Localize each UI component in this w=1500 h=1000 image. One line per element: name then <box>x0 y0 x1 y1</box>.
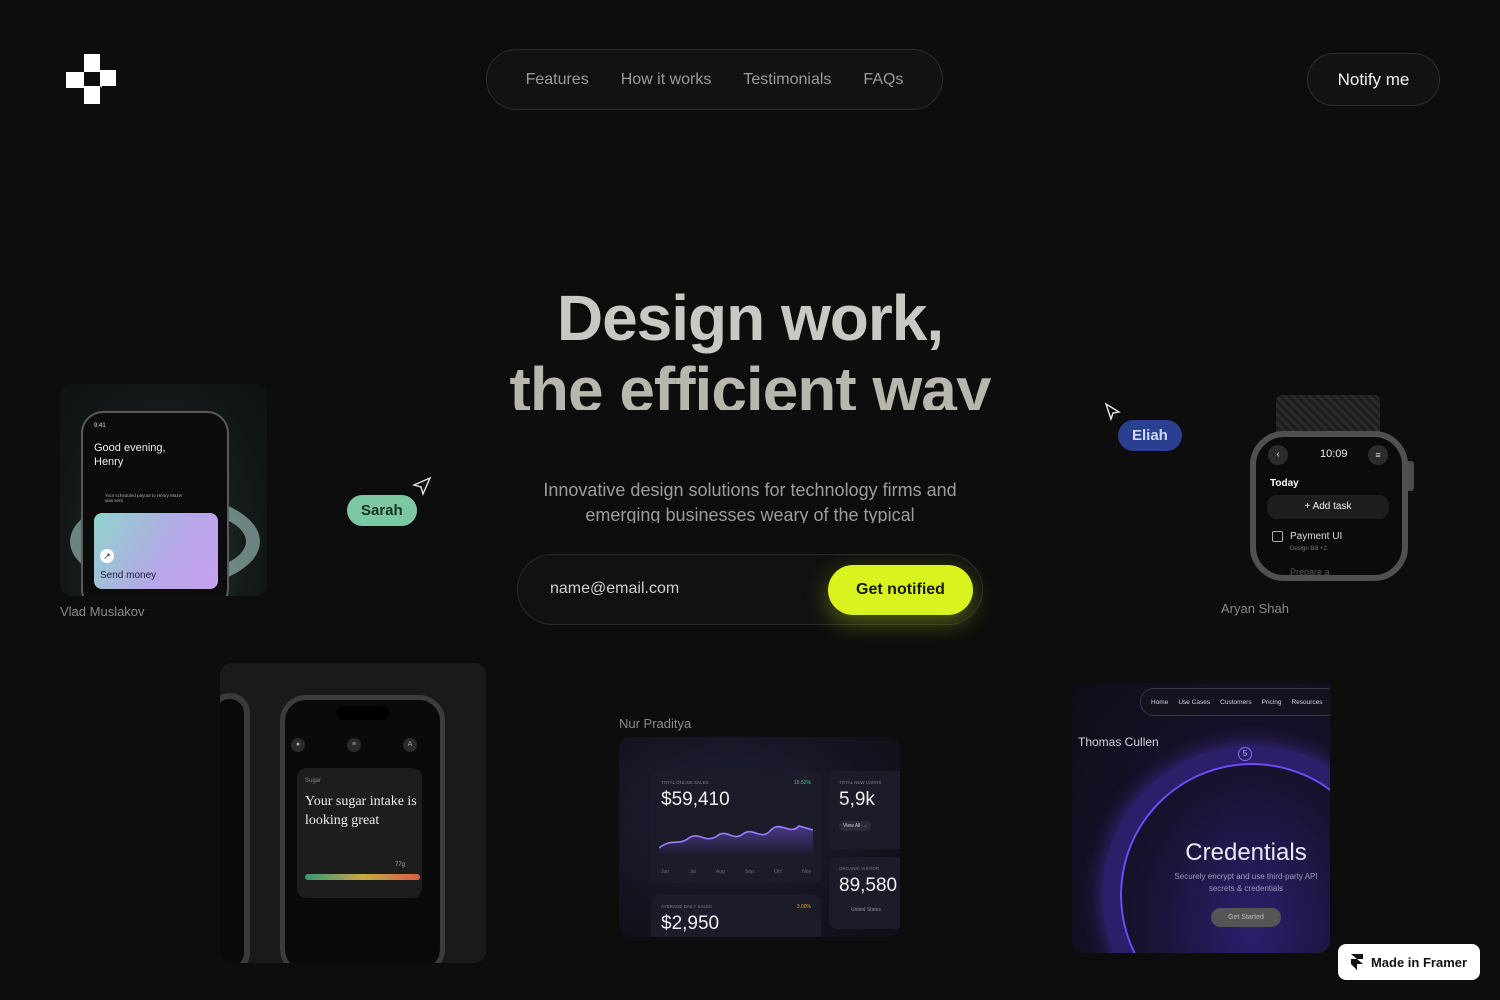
visitor-label: ORGANIC VISITOR <box>839 866 880 871</box>
credentials-subtitle: Securely encrypt and use third-party API… <box>1174 872 1318 893</box>
avg-label: AVERAGE DAILY SALES <box>661 904 713 909</box>
made-in-framer-badge[interactable]: Made in Framer <box>1338 944 1480 980</box>
email-input[interactable]: name@email.com <box>550 580 679 598</box>
month-label: Aug <box>715 869 725 875</box>
phone-side-mockup <box>220 693 250 963</box>
nav-testimonials[interactable]: Testimonials <box>743 71 831 89</box>
author-aryan: Aryan Shah <box>1221 601 1289 616</box>
mini-nav-item: Home <box>1151 698 1169 706</box>
author-vlad: Vlad Muslakov <box>60 604 145 619</box>
task-next: Prepare a <box>1290 567 1330 577</box>
badge-label: Made in Framer <box>1370 954 1468 970</box>
add-task-button: + Add task <box>1267 495 1389 519</box>
framer-icon <box>1350 954 1363 970</box>
send-money-card: ↗ Send money <box>94 513 218 589</box>
greeting-name: Henry <box>94 456 124 468</box>
sugar-card: Sugar Your sugar intake is looking great… <box>297 768 422 898</box>
credentials-title: Credentials <box>1185 839 1307 866</box>
author-thomas: Thomas Cullen <box>1078 735 1159 749</box>
cursor-tag-sarah: Sarah <box>347 495 417 526</box>
month-label: Nov <box>802 869 811 875</box>
month-label: Jun <box>661 869 670 875</box>
nav-faqs[interactable]: FAQs <box>863 71 903 89</box>
sugar-label: Sugar <box>305 778 322 784</box>
sugar-message: Your sugar intake is looking great <box>305 794 417 828</box>
task-meta: Design Bill +2 <box>1290 546 1327 552</box>
showcase-card-health-app[interactable]: ● ≡ A Sugar Your sugar intake is looking… <box>220 663 486 963</box>
filter-icon: ≡ <box>1368 445 1388 465</box>
month-label: Oct <box>774 869 782 875</box>
send-money-label: Send money <box>100 570 157 581</box>
sugar-value: 77g <box>395 862 406 868</box>
email-signup-form: name@email.com Get notified <box>517 554 983 625</box>
back-icon: ‹ <box>1268 445 1288 465</box>
sales-change: 15.52% <box>794 780 811 786</box>
greeting-line: Good evening, <box>94 442 166 454</box>
main-nav: Features How it works Testimonials FAQs <box>486 49 943 110</box>
mini-nav-item: Resources <box>1291 698 1323 706</box>
arrow-icon: ↗ <box>100 549 114 563</box>
watch-today: Today <box>1270 478 1299 489</box>
watch-screen: ‹ 10:09 ≡ Today + Add task Payment UI De… <box>1250 431 1408 581</box>
sales-label: TOTAL ONLINE SALES <box>661 780 709 785</box>
view-all-button[interactable]: View All → <box>839 821 871 831</box>
avg-sales-tile: AVERAGE DAILY SALES 3.00% $2,950 <box>651 895 821 937</box>
payout-notice: Your scheduled payout to Henry Mazer was… <box>105 493 183 503</box>
month-label: Jul <box>689 869 696 875</box>
showcase-card-watch[interactable]: ‹ 10:09 ≡ Today + Add task Payment UI De… <box>1250 395 1414 581</box>
users-tile: TOTAL NEW USERS 5,9k View All → <box>829 771 900 849</box>
mini-nav-item: Use Cases <box>1178 698 1211 706</box>
users-value: 5,9k <box>839 789 875 810</box>
phone-mockup: 9:41 Good evening, Henry Your scheduled … <box>81 411 229 596</box>
month-label: Sep <box>744 869 754 875</box>
dial-selected-value: 5 <box>1238 747 1252 761</box>
sugar-gauge <box>305 874 420 880</box>
avg-value: $2,950 <box>661 913 720 934</box>
status-time: 9:41 <box>94 423 106 429</box>
showcase-card-banking-app[interactable]: 9:41 Good evening, Henry Your scheduled … <box>60 384 267 596</box>
hero-title-line2: the efficient way <box>509 354 992 410</box>
nav-features[interactable]: Features <box>526 71 589 89</box>
notify-me-button[interactable]: Notify me <box>1307 53 1440 106</box>
get-notified-button[interactable]: Get notified <box>828 565 973 615</box>
cursor-arrow-icon <box>412 476 432 496</box>
flame-icon: ● <box>291 738 305 752</box>
country-label: United States <box>851 907 882 913</box>
menu-icon: ≡ <box>347 738 361 752</box>
phone-notch <box>337 706 389 720</box>
sparkle-logo-icon[interactable] <box>66 54 116 104</box>
hero-subtitle: Innovative design solutions for technolo… <box>543 480 957 523</box>
phone-mockup: ● ≡ A Sugar Your sugar intake is looking… <box>280 695 445 963</box>
avg-change: 3.00% <box>796 904 811 910</box>
mini-navbar: Home Use Cases Customers Pricing Resourc… <box>1140 688 1330 716</box>
mini-nav-item: Customers <box>1220 698 1252 706</box>
greeting: Good evening, Henry <box>94 441 166 469</box>
month-axis: Jun Jul Aug Sep Oct Nov <box>661 869 811 875</box>
showcase-card-credentials[interactable]: Home Use Cases Customers Pricing Resourc… <box>1072 683 1330 953</box>
sales-tile: TOTAL ONLINE SALES 15.52% $59,410 Jun Ju… <box>651 771 821 883</box>
visitor-tile: ORGANIC VISITOR 89,580 United States <box>829 857 900 929</box>
author-nur: Nur Praditya <box>619 716 692 731</box>
hero-title-line1: Design work, <box>556 282 944 354</box>
get-started-button[interactable]: Get Started <box>1211 908 1281 927</box>
nav-how-it-works[interactable]: How it works <box>621 71 712 89</box>
mini-nav-item: Pricing <box>1261 698 1282 706</box>
visitor-value: 89,580 <box>839 875 898 896</box>
showcase-card-dashboard[interactable]: TOTAL ONLINE SALES 15.52% $59,410 Jun Ju… <box>619 737 900 937</box>
cursor-tag-eliah: Eliah <box>1118 420 1182 451</box>
cursor-arrow-icon <box>1104 402 1121 422</box>
users-label: TOTAL NEW USERS <box>839 780 882 785</box>
watch-time: 10:09 <box>1320 448 1348 460</box>
task-checkbox <box>1272 531 1283 542</box>
task-title: Payment UI <box>1290 531 1343 542</box>
hero-title: Design work, the efficient way <box>430 282 1070 410</box>
sales-value: $59,410 <box>661 789 730 810</box>
sales-line <box>659 825 813 856</box>
profile-icon: A <box>403 738 417 752</box>
